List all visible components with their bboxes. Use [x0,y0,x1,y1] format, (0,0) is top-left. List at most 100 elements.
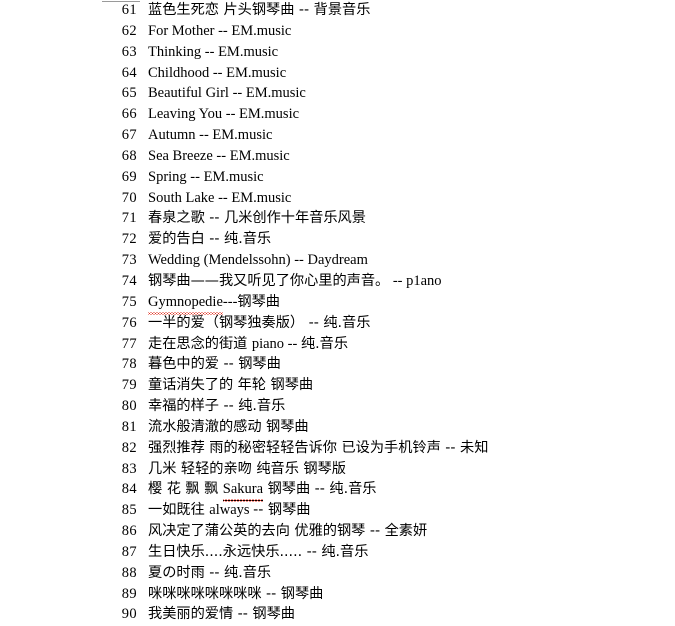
list-item-title: 强烈推荐 雨的秘密轻轻告诉你 已设为手机铃声 -- 未知 [137,438,488,459]
list-item-title: Autumn -- EM.music [137,125,272,146]
title-segment: 钢琴曲 -- 纯.音乐 [263,481,377,498]
list-item-number: 88 [121,564,137,581]
list-item-title: Gymnopedie---钢琴曲 [137,292,280,315]
title-segment: 夏の时雨 -- 纯.音乐 [148,564,272,581]
spellcheck-flagged-text: Gymnopedie [148,292,223,315]
list-item: 85 一如既往 always -- 钢琴曲 [0,500,675,521]
title-segment: piano -- [251,335,301,352]
list-item: 78 暮色中的爱 -- 钢琴曲 [0,354,675,375]
list-item-title: 爱的告白 -- 纯.音乐 [137,229,271,250]
list-item-number: 66 [121,106,137,123]
title-segment: Sea Breeze -- EM.music [148,147,290,164]
list-item-title: Spring -- EM.music [137,167,264,188]
title-segment: 蓝色生死恋 片头钢琴曲 -- 背景音乐 [148,2,371,18]
list-item: 61 蓝色生死恋 片头钢琴曲 -- 背景音乐 [0,0,675,21]
list-item-number: 84 [121,481,137,498]
title-segment: 生日快乐....永远快乐..... -- 纯.音乐 [148,543,369,560]
list-item: 76 一半的爱（钢琴独奏版） -- 纯.音乐 [0,313,675,334]
list-item: 80 幸福的样子 -- 纯.音乐 [0,396,675,417]
list-item: 72 爱的告白 -- 纯.音乐 [0,229,675,250]
list-item-number: 82 [121,439,137,456]
list-item: 77 走在思念的街道 piano -- 纯.音乐 [0,334,675,355]
list-item-title: 一半的爱（钢琴独奏版） -- 纯.音乐 [137,313,370,334]
title-segment: South Lake -- EM.music [148,189,292,206]
list-item-number: 79 [121,377,137,394]
list-item: 83 几米 轻轻的亲吻 纯音乐 钢琴版 [0,459,675,480]
list-item-number: 87 [121,543,137,560]
list-item: 68 Sea Breeze -- EM.music [0,146,675,167]
list-item: 79 童话消失了的 年轮 钢琴曲 [0,375,675,396]
title-segment: 钢琴曲 [237,293,280,310]
list-item: 81 流水般清澈的感动 钢琴曲 [0,417,675,438]
list-item-number: 85 [121,502,137,519]
list-item-number: 64 [121,64,137,81]
title-segment: 樱 花 飘 飘 [148,481,223,498]
list-item-title: 春泉之歌 -- 几米创作十年音乐风景 [137,208,366,229]
list-item-title: 走在思念的街道 piano -- 纯.音乐 [137,334,348,355]
list-item-number: 72 [121,231,137,248]
title-segment: 一半的爱（钢琴独奏版） -- 纯.音乐 [148,314,371,331]
list-item-title: 流水般清澈的感动 钢琴曲 [137,417,309,438]
list-item-number: 77 [121,335,137,352]
list-item-title: 蓝色生死恋 片头钢琴曲 -- 背景音乐 [137,0,370,21]
list-item: 63 Thinking -- EM.music [0,42,675,63]
list-item-number: 83 [121,460,137,477]
title-segment: Leaving You -- EM.music [148,106,300,123]
title-segment: 爱的告白 -- 纯.音乐 [148,231,272,248]
title-segment: 纯.音乐 [300,335,349,352]
list-item: 62 For Mother -- EM.music [0,21,675,42]
list-item-number: 73 [121,252,137,269]
title-segment: 风决定了蒲公英的去向 优雅的钢琴 -- 全素妍 [148,523,428,540]
list-item-number: 80 [121,398,137,415]
list-item: 84 樱 花 飘 飘 Sakura 钢琴曲 -- 纯.音乐 [0,479,675,503]
list-item-title: 幸福的样子 -- 纯.音乐 [137,396,285,417]
list-item: 82 强烈推荐 雨的秘密轻轻告诉你 已设为手机铃声 -- 未知 [0,438,675,459]
list-item-number: 68 [121,147,137,164]
list-item: 89 咪咪咪咪咪咪咪咪 -- 钢琴曲 [0,584,675,605]
title-segment: Spring -- EM.music [148,168,264,185]
list-item-title: 钢琴曲——我又听见了你心里的声音。 -- p1ano [137,271,442,292]
list-item-number: 61 [121,2,137,18]
title-segment: always [209,502,254,519]
list-item-number: 78 [121,356,137,373]
title-segment: 幸福的样子 -- 纯.音乐 [148,398,286,415]
list-item-title: Childhood -- EM.music [137,63,286,84]
list-item: 88 夏の时雨 -- 纯.音乐 [0,563,675,584]
title-segment: 一如既往 [148,502,210,519]
list-item-number: 74 [121,272,137,289]
title-segment: 春泉之歌 -- 几米创作十年音乐风景 [148,210,366,227]
list-item-title: For Mother -- EM.music [137,21,291,42]
list-item-number: 70 [121,189,137,206]
list-item-title: 生日快乐....永远快乐..... -- 纯.音乐 [137,542,368,563]
list-item-number: 71 [121,210,137,227]
title-segment: -- p1ano [389,272,442,289]
title-segment: -- 钢琴曲 [253,502,311,519]
title-segment: Autumn -- EM.music [148,127,273,144]
list-item-number: 75 [121,293,137,310]
title-segment: 我美丽的爱情 -- 钢琴曲 [148,606,295,623]
list-item-title: South Lake -- EM.music [137,188,291,209]
list-item: 70 South Lake -- EM.music [0,188,675,209]
list-item-title: 风决定了蒲公英的去向 优雅的钢琴 -- 全素妍 [137,521,427,542]
list-item-number: 63 [121,43,137,60]
list-item: 66 Leaving You -- EM.music [0,104,675,125]
title-segment: Childhood -- EM.music [148,64,287,81]
list-item-title: Beautiful Girl -- EM.music [137,83,306,104]
list-item-title: 我美丽的爱情 -- 钢琴曲 [137,604,295,625]
title-segment: --- [222,293,238,310]
list-item-title: Sea Breeze -- EM.music [137,146,290,167]
numbered-track-list: 61 蓝色生死恋 片头钢琴曲 -- 背景音乐 62 For Mother -- EM.… [0,0,675,625]
list-item-title: Leaving You -- EM.music [137,104,299,125]
list-item-number: 65 [121,85,137,102]
title-segment: 童话消失了的 年轮 钢琴曲 [148,377,314,394]
list-item-title: 一如既往 always -- 钢琴曲 [137,500,310,521]
list-item: 64 Childhood -- EM.music [0,63,675,84]
list-item: 90 我美丽的爱情 -- 钢琴曲 [0,604,675,625]
list-item-title: Thinking -- EM.music [137,42,278,63]
title-segment: 走在思念的街道 [148,335,252,352]
list-item: 75 Gymnopedie---钢琴曲 [0,292,675,315]
list-item-title: 几米 轻轻的亲吻 纯音乐 钢琴版 [137,459,346,480]
list-item: 74 钢琴曲——我又听见了你心里的声音。 -- p1ano [0,271,675,292]
title-segment: 几米 轻轻的亲吻 纯音乐 钢琴版 [148,460,346,477]
title-segment: 流水般清澈的感动 钢琴曲 [148,418,309,435]
